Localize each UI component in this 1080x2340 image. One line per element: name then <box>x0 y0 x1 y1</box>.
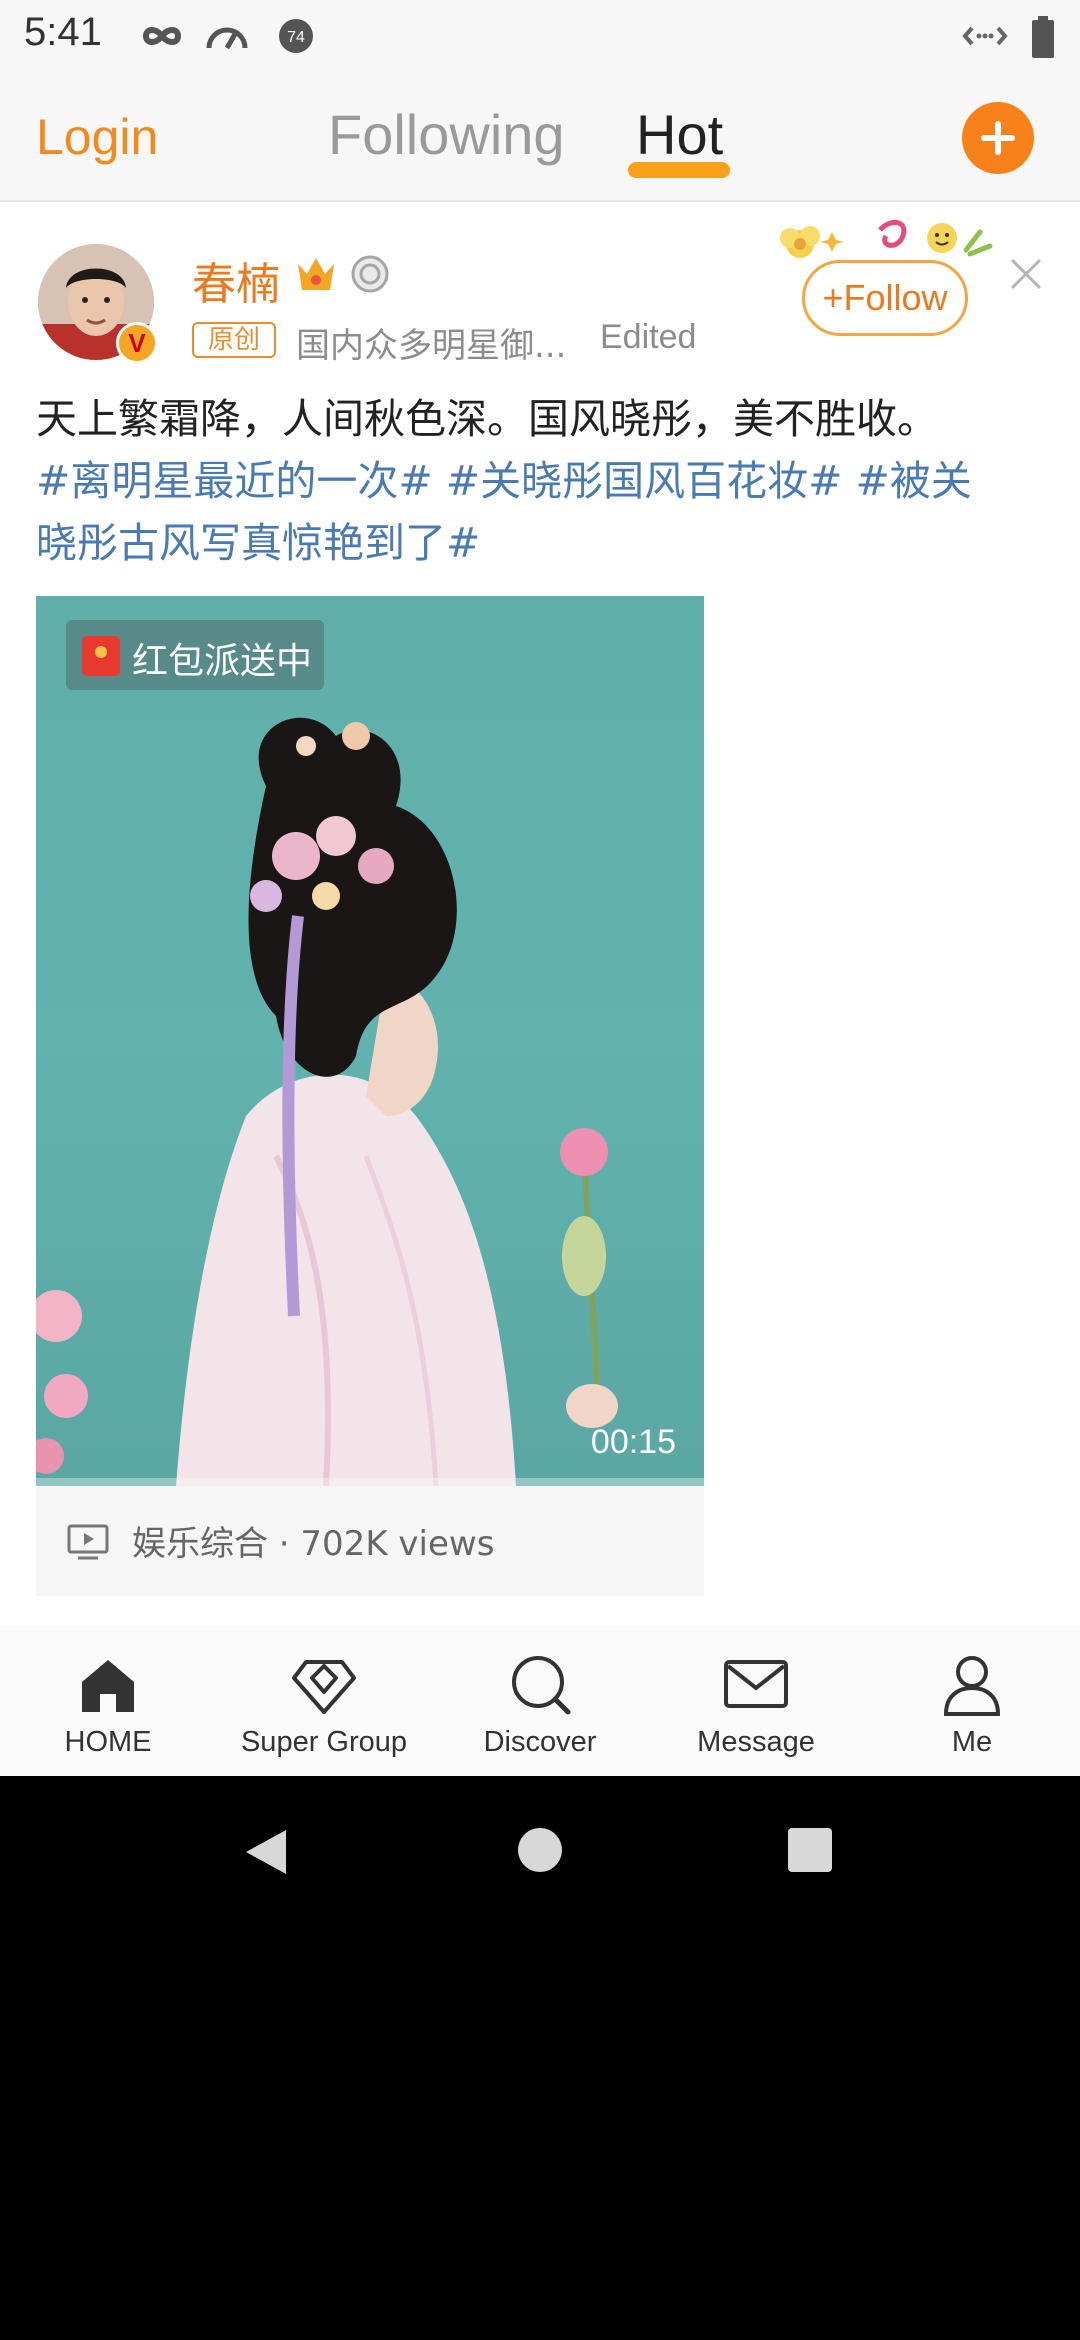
nav-label-super-group: Super Group <box>240 1726 408 1758</box>
close-icon[interactable] <box>1006 254 1046 294</box>
system-navigation-bar <box>0 1776 1080 1926</box>
video-player[interactable]: 红包派送中 00:15 <box>36 596 704 1486</box>
video-progress-bar[interactable] <box>36 1478 704 1486</box>
tab-hot[interactable]: Hot <box>636 102 723 167</box>
follow-plus-icon: + <box>822 277 844 318</box>
login-button[interactable]: Login <box>36 108 158 166</box>
nav-label-discover: Discover <box>483 1726 597 1758</box>
plus-icon <box>981 121 1015 155</box>
red-packet-banner[interactable]: 红包派送中 <box>66 620 324 690</box>
notification-count-icon: 74 <box>279 19 313 53</box>
video-play-icon <box>67 1524 109 1560</box>
nav-item-super-group[interactable]: Super Group <box>216 1626 432 1776</box>
compose-button[interactable] <box>962 102 1034 174</box>
original-badge: 原创 <box>192 322 276 358</box>
follow-button[interactable]: +Follow <box>802 260 968 336</box>
infinity-icon <box>142 27 182 45</box>
post-hashtags-line-1[interactable]: #离明星最近的一次# #关晓彤国风百花妆# #被关 <box>36 450 1046 512</box>
crown-icon <box>298 258 334 290</box>
post-text: 天上繁霜降，人间秋色深。国风晓彤，美不胜收。 #离明星最近的一次# #关晓彤国风… <box>36 388 1046 574</box>
bottom-navigation: HOME Super Group Discover Message Me <box>0 1626 1080 1776</box>
video-duration: 00:15 <box>590 1423 676 1461</box>
top-navigation: Login Following Hot <box>0 72 1080 202</box>
video-thumbnail <box>36 717 618 1486</box>
battery-icon <box>1032 16 1054 58</box>
video-info-bar[interactable]: 娱乐综合 · 702K views <box>36 1486 704 1596</box>
post-source: 国内众多明星御... <box>296 326 567 366</box>
diamond-icon <box>292 1660 356 1714</box>
nav-item-message[interactable]: Message <box>648 1626 864 1776</box>
mail-icon <box>724 1660 788 1708</box>
svg-text:74: 74 <box>287 29 305 46</box>
nav-label-message: Message <box>697 1726 815 1758</box>
nav-item-me[interactable]: Me <box>864 1626 1080 1776</box>
nav-item-discover[interactable]: Discover <box>432 1626 648 1776</box>
nav-label-home: HOME <box>64 1726 152 1758</box>
post-body-text: 天上繁霜降，人间秋色深。国风晓彤，美不胜收。 <box>36 395 938 443</box>
nav-label-me: Me <box>951 1726 993 1758</box>
medal-icon <box>351 255 389 293</box>
search-icon <box>512 1656 571 1715</box>
app-screen: 5:41 74 Login Following Hot V 春楠 原创 国内众多… <box>0 0 1080 1776</box>
data-transfer-icon <box>962 26 1008 46</box>
home-system-icon[interactable] <box>516 1826 564 1874</box>
status-time: 5:41 <box>24 10 102 54</box>
active-tab-indicator <box>628 162 730 178</box>
follow-label: Follow <box>843 277 948 318</box>
status-bar: 5:41 74 <box>0 0 1080 72</box>
speedometer-icon <box>206 27 248 50</box>
back-icon[interactable] <box>240 1826 292 1878</box>
red-packet-label: 红包派送中 <box>132 641 313 682</box>
author-name[interactable]: 春楠 <box>192 248 280 312</box>
red-packet-icon <box>82 636 120 676</box>
home-icon <box>82 1660 134 1712</box>
verified-badge-icon: V <box>116 322 158 364</box>
person-icon <box>943 1656 1001 1716</box>
video-category-views: 娱乐综合 · 702K views <box>132 1524 495 1564</box>
tab-following[interactable]: Following <box>328 102 565 167</box>
recents-icon[interactable] <box>786 1826 834 1874</box>
nav-item-home[interactable]: HOME <box>0 1626 216 1776</box>
edited-label: Edited <box>600 318 697 356</box>
post-hashtags-line-2[interactable]: 晓彤古风写真惊艳到了# <box>36 512 1046 574</box>
